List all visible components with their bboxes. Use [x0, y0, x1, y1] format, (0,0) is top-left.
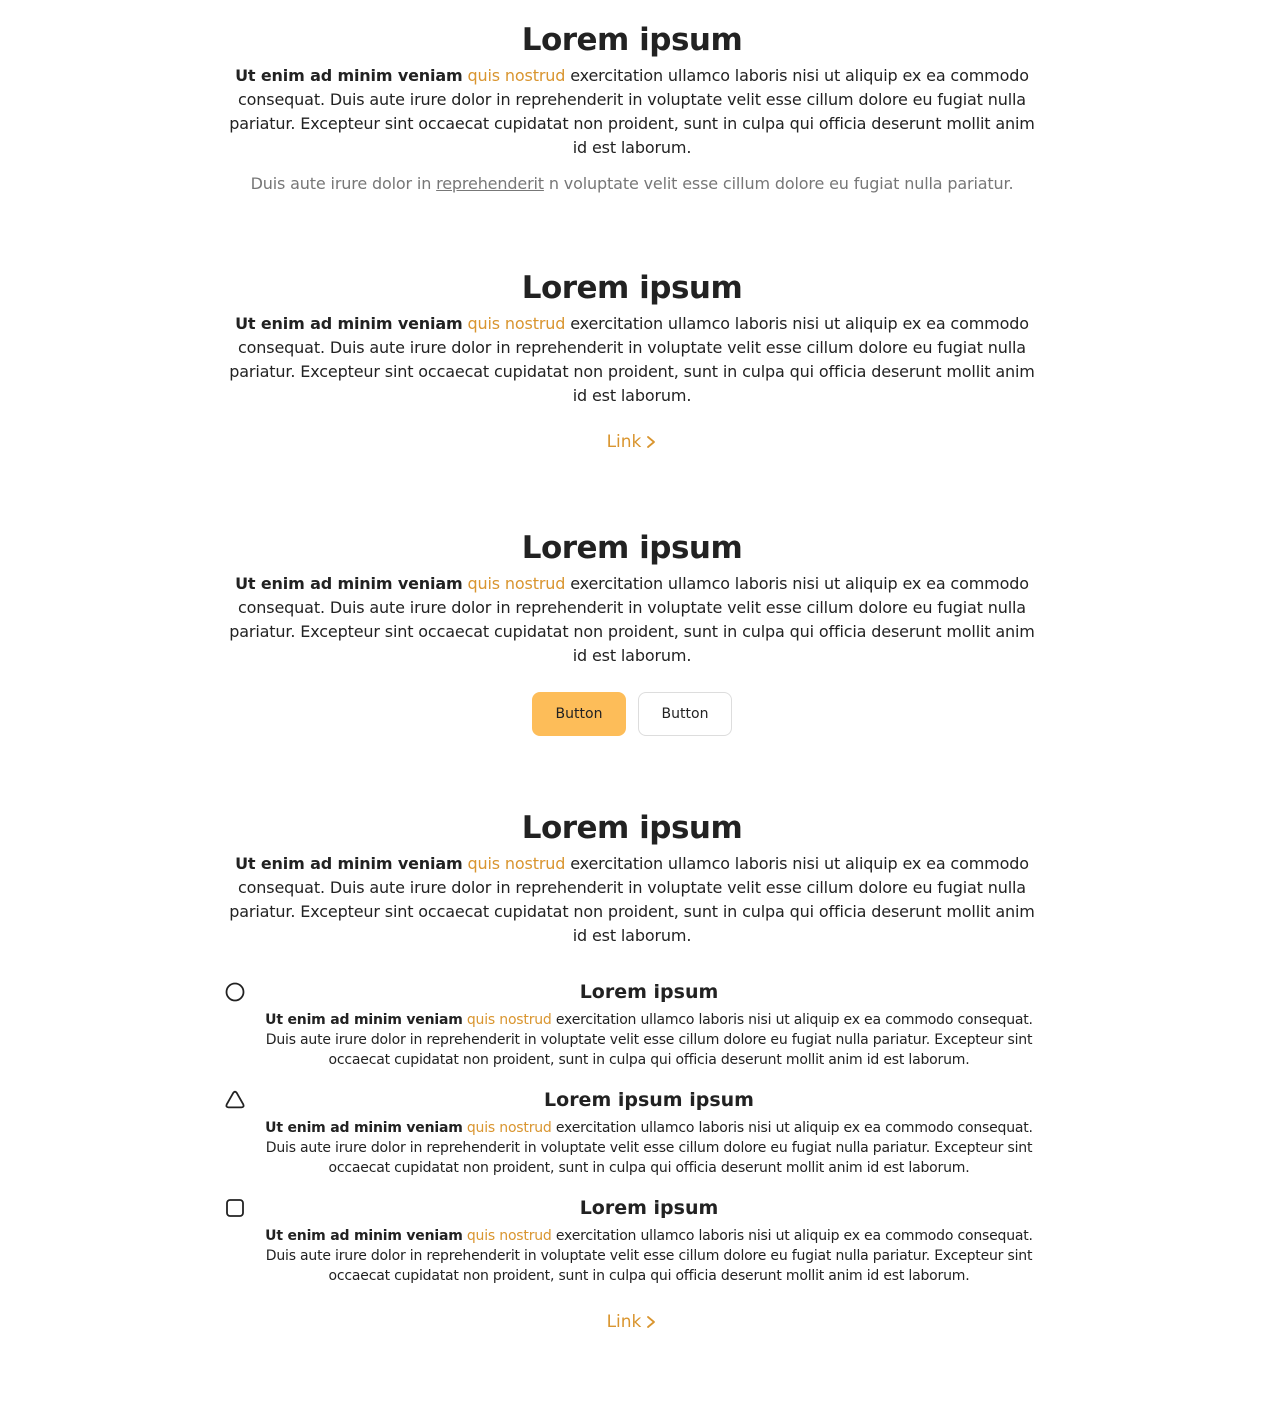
feature-item-3: Lorem ipsum Ut enim ad minim veniam quis… — [222, 1195, 1042, 1286]
section-title: Lorem ipsum — [521, 530, 743, 566]
highlight-text: quis nostrud — [467, 66, 566, 85]
content-section-1: Lorem ipsum Ut enim ad minim veniam quis… — [222, 20, 1042, 196]
link-label: Link — [606, 432, 642, 452]
section-title: Lorem ipsum — [521, 270, 743, 306]
section-paragraph: Ut enim ad minim veniam quis nostrud exe… — [222, 64, 1042, 160]
feature-paragraph: Ut enim ad minim veniam quis nostrud exe… — [260, 1226, 1038, 1286]
bold-lead: Ut enim ad minim veniam — [265, 1120, 463, 1136]
square-icon — [226, 1199, 244, 1217]
highlight-text: quis nostrud — [466, 1012, 552, 1028]
bold-lead: Ut enim ad minim veniam — [235, 854, 463, 873]
note-text-before: Duis aute irure dolor in — [250, 174, 432, 193]
link-button[interactable]: Link — [607, 1312, 658, 1332]
chevron-right-icon — [647, 1316, 656, 1328]
feature-item-1: Lorem ipsum Ut enim ad minim veniam quis… — [222, 979, 1042, 1070]
chevron-right-icon — [647, 436, 656, 448]
highlight-text: quis nostrud — [467, 314, 566, 333]
bottom-link-row: Link — [222, 1312, 1042, 1332]
bold-lead: Ut enim ad minim veniam — [235, 574, 463, 593]
section-paragraph: Ut enim ad minim veniam quis nostrud exe… — [222, 572, 1042, 668]
bold-lead: Ut enim ad minim veniam — [235, 314, 463, 333]
note-text-after: n voluptate velit esse cillum dolore eu … — [548, 174, 1014, 193]
primary-button[interactable]: Button — [532, 692, 626, 736]
highlight-text: quis nostrud — [466, 1120, 552, 1136]
link-button[interactable]: Link — [607, 432, 658, 452]
feature-title: Lorem ipsum — [579, 1197, 719, 1219]
triangle-icon — [225, 1090, 245, 1109]
link-label: Link — [606, 1312, 642, 1332]
section-title: Lorem ipsum — [521, 22, 743, 58]
highlight-text: quis nostrud — [466, 1228, 552, 1244]
bold-lead: Ut enim ad minim veniam — [235, 66, 463, 85]
feature-item-2: Lorem ipsum ipsum Ut enim ad minim venia… — [222, 1087, 1042, 1178]
feature-paragraph: Ut enim ad minim veniam quis nostrud exe… — [260, 1118, 1038, 1178]
feature-title: Lorem ipsum — [579, 981, 719, 1003]
section-title: Lorem ipsum — [521, 810, 743, 846]
content-section-3: Lorem ipsum Ut enim ad minim veniam quis… — [222, 528, 1042, 736]
bold-lead: Ut enim ad minim veniam — [265, 1012, 463, 1028]
feature-title: Lorem ipsum ipsum — [544, 1089, 754, 1111]
bold-lead: Ut enim ad minim veniam — [265, 1228, 463, 1244]
feature-paragraph: Ut enim ad minim veniam quis nostrud exe… — [260, 1010, 1038, 1070]
highlight-text: quis nostrud — [467, 854, 566, 873]
section-paragraph: Ut enim ad minim veniam quis nostrud exe… — [222, 312, 1042, 408]
content-section-4: Lorem ipsum Ut enim ad minim veniam quis… — [222, 808, 1042, 948]
button-group: Button Button — [222, 692, 1042, 736]
circle-icon — [225, 982, 245, 1002]
highlight-text: quis nostrud — [467, 574, 566, 593]
note-underlined-text[interactable]: reprehenderit — [436, 174, 544, 193]
secondary-button[interactable]: Button — [638, 692, 732, 736]
muted-note: Duis aute irure dolor in reprehenderit n… — [222, 172, 1042, 196]
section-paragraph: Ut enim ad minim veniam quis nostrud exe… — [222, 852, 1042, 948]
content-section-2: Lorem ipsum Ut enim ad minim veniam quis… — [222, 268, 1042, 452]
